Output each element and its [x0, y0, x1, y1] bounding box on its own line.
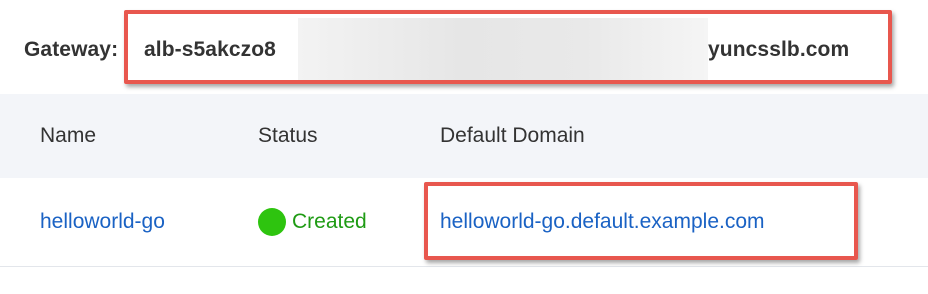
default-domain-link[interactable]: helloworld-go.default.example.com — [440, 210, 765, 234]
gateway-row: Gateway: alb-s5akczo8 yuncsslb.com — [0, 0, 928, 94]
gateway-label: Gateway: — [24, 38, 119, 61]
table-header: Name Status Default Domain — [0, 94, 928, 179]
gateway-value-end: yuncsslb.com — [708, 38, 850, 61]
column-header-default-domain: Default Domain — [440, 124, 585, 147]
service-name-link[interactable]: helloworld-go — [40, 210, 165, 234]
column-header-status: Status — [258, 124, 318, 147]
status-cell: Created — [258, 208, 367, 236]
status-text: Created — [292, 210, 367, 233]
table-row: helloworld-go Created helloworld-go.defa… — [0, 178, 928, 267]
gateway-value-start: alb-s5akczo8 — [144, 38, 276, 61]
status-indicator-icon — [258, 208, 286, 236]
redaction-mask — [298, 18, 708, 84]
column-header-name: Name — [40, 124, 97, 147]
